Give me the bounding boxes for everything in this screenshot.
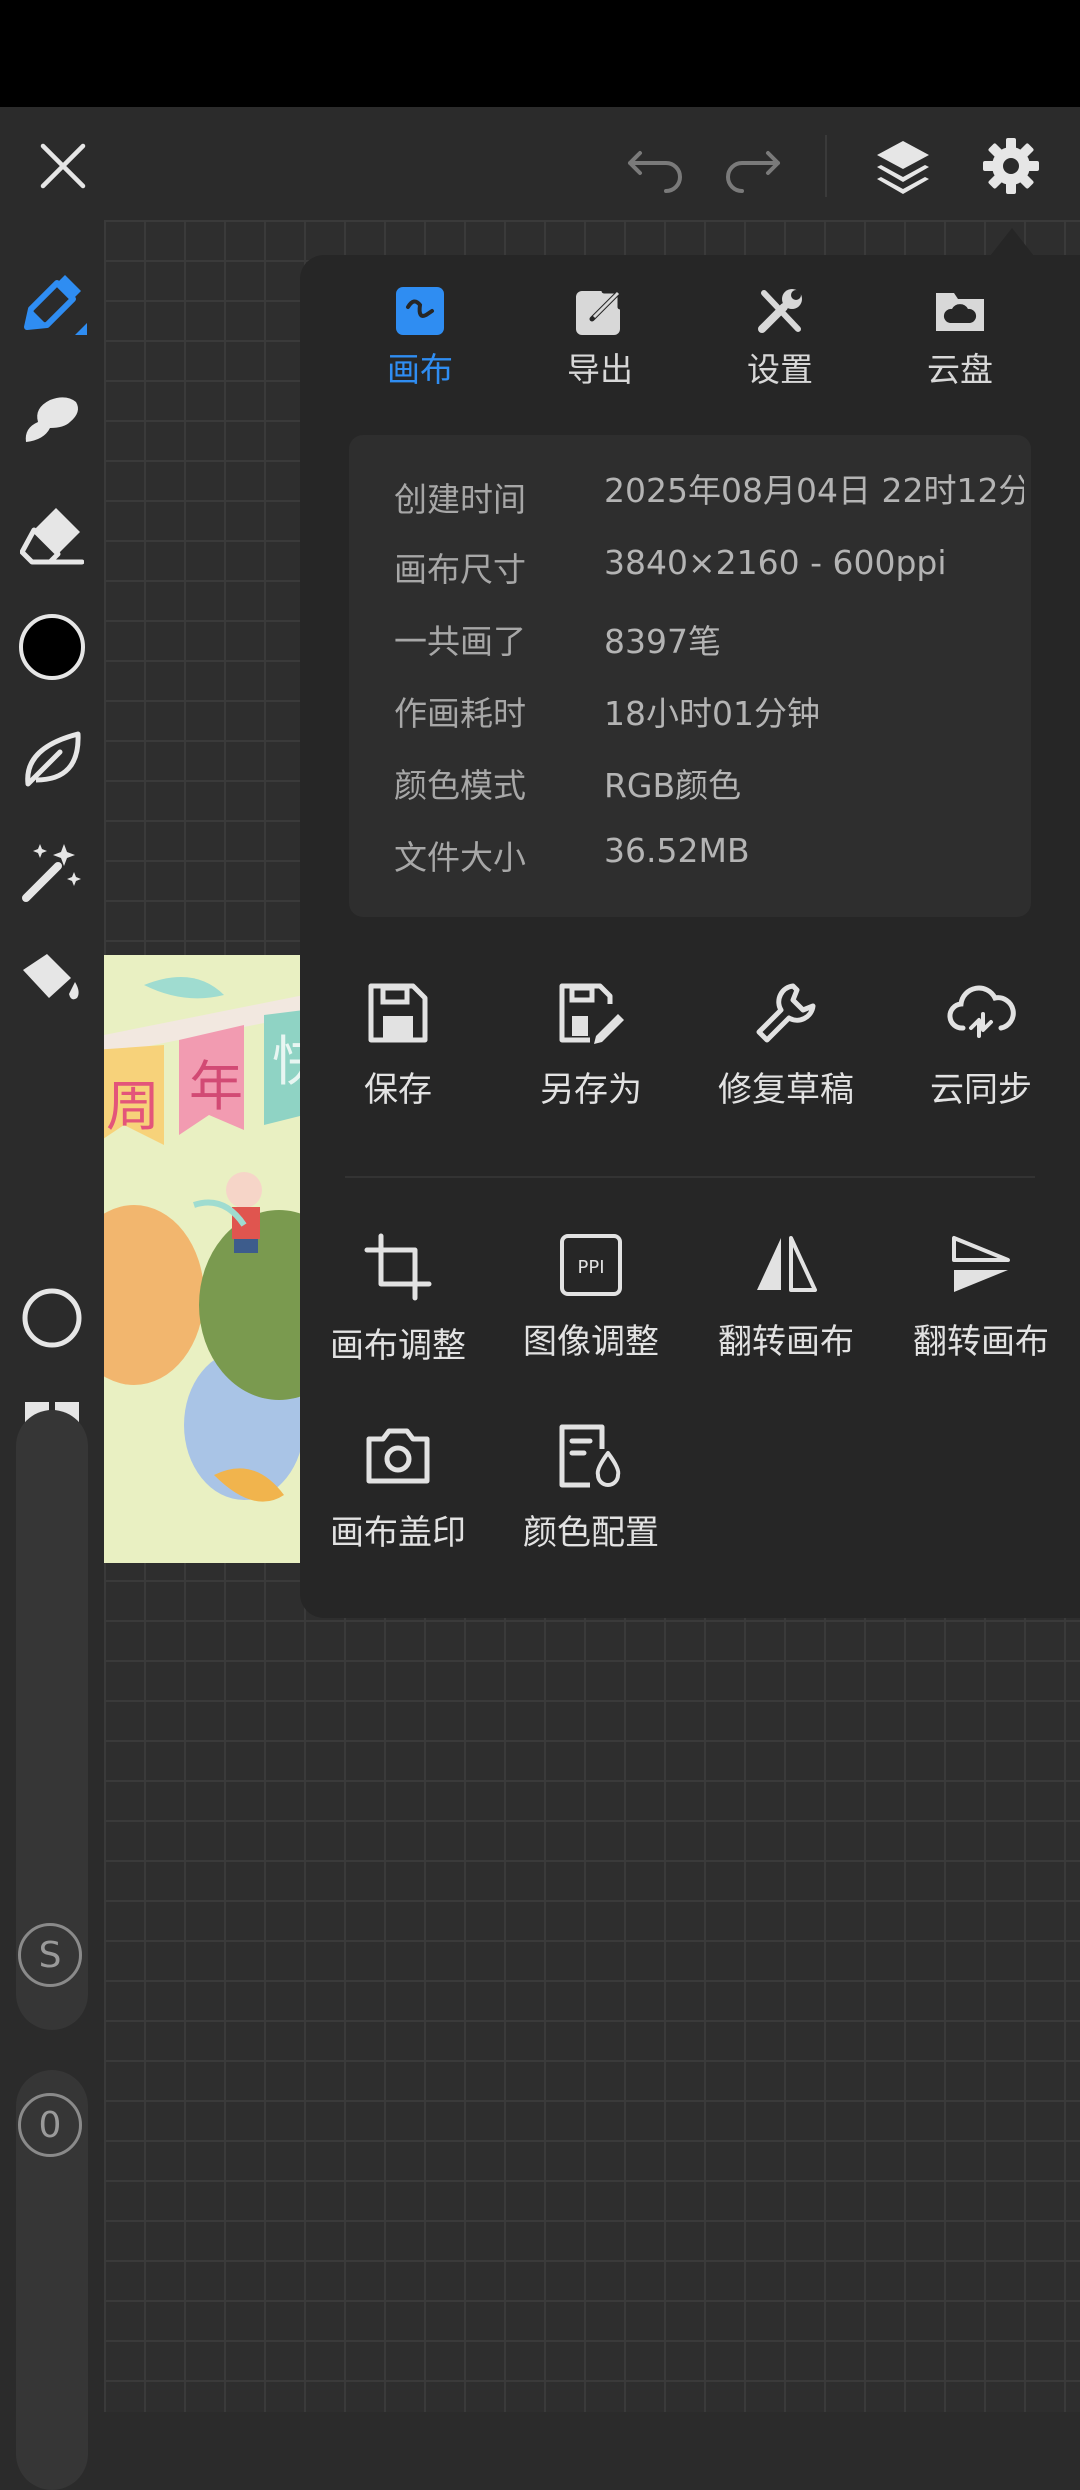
size-slider-handle[interactable]: S xyxy=(18,1923,82,1987)
action-label: 云同步 xyxy=(930,1070,1032,1110)
canvas-adjust-button[interactable]: 画布调整 xyxy=(300,1232,496,1382)
save-icon xyxy=(368,983,428,1043)
eraser-icon xyxy=(20,508,84,565)
ppi-icon: PPI xyxy=(560,1234,622,1296)
layers-icon xyxy=(877,141,929,194)
tab-label: 设置 xyxy=(747,350,813,389)
tool-shape[interactable] xyxy=(8,1274,96,1362)
circle-icon xyxy=(22,1288,82,1348)
cloud-sync-icon xyxy=(947,985,1016,1038)
close-button[interactable] xyxy=(20,123,106,209)
paint-bucket-icon xyxy=(23,954,79,1000)
action-label: 修复草稿 xyxy=(718,1070,854,1110)
redo-icon xyxy=(726,151,780,193)
action-label: 画布盖印 xyxy=(330,1513,466,1553)
artwork-illustration: 周 年 快 xyxy=(104,955,304,1563)
repair-draft-button[interactable]: 修复草稿 xyxy=(688,980,884,1130)
info-key: 作画耗时 xyxy=(394,694,526,733)
action-label: 保存 xyxy=(364,1070,432,1110)
wrench-icon xyxy=(756,983,816,1043)
undo-button[interactable] xyxy=(613,125,699,211)
save-as-icon xyxy=(559,983,624,1044)
action-label: 画布调整 xyxy=(330,1326,466,1366)
tool-smudge[interactable] xyxy=(8,376,96,464)
toolbar-divider xyxy=(825,135,827,197)
panel-divider xyxy=(345,1176,1035,1178)
smudge-icon xyxy=(25,397,78,442)
action-label: 翻转画布 xyxy=(913,1322,1049,1362)
canvas-icon xyxy=(396,287,444,335)
color-config-button[interactable]: 颜色配置 xyxy=(493,1423,689,1573)
panel-pointer xyxy=(990,228,1034,256)
tools-icon xyxy=(758,289,802,333)
ppi-text: PPI xyxy=(577,1257,604,1278)
opacity-label: 0 xyxy=(38,2104,62,2146)
action-label: 颜色配置 xyxy=(523,1513,659,1553)
tool-fill[interactable] xyxy=(8,932,96,1020)
canvas-stamp-button[interactable]: 画布盖印 xyxy=(300,1423,496,1573)
opacity-slider-handle[interactable]: 0 xyxy=(18,2093,82,2157)
banner-char-1: 周 xyxy=(106,1075,160,1138)
action-label: 翻转画布 xyxy=(718,1322,854,1362)
export-icon xyxy=(576,288,623,335)
tool-brush[interactable] xyxy=(8,260,96,348)
info-value: 3840×2160 - 600ppi xyxy=(604,543,947,582)
info-key: 一共画了 xyxy=(394,622,526,661)
tab-export[interactable]: 导出 xyxy=(510,285,690,405)
info-key: 画布尺寸 xyxy=(394,550,526,589)
save-as-button[interactable]: 另存为 xyxy=(493,980,689,1130)
flip-canvas-horizontal-button[interactable]: 翻转画布 xyxy=(688,1232,884,1382)
flip-horizontal-icon xyxy=(757,1236,817,1292)
info-key: 文件大小 xyxy=(394,838,526,877)
tab-cloud[interactable]: 云盘 xyxy=(870,285,1050,405)
undo-icon xyxy=(628,151,682,193)
image-adjust-button[interactable]: PPI 图像调整 xyxy=(493,1232,689,1382)
cloud-sync-button[interactable]: 云同步 xyxy=(883,980,1079,1130)
magic-wand-icon xyxy=(22,844,81,902)
info-value: RGB颜色 xyxy=(604,766,742,805)
canvas-info-card: 创建时间 2025年08月04日 22时12分 画布尺寸 3840×2160 -… xyxy=(349,435,1031,917)
flip-canvas-vertical-button[interactable]: 翻转画布 xyxy=(883,1232,1079,1382)
info-key: 颜色模式 xyxy=(394,766,526,805)
tool-eraser[interactable] xyxy=(8,490,96,578)
status-bar xyxy=(0,0,1080,107)
canvas-settings-panel: 画布 导出 设置 云盘 创建时间 2025年08月04日 22时12分 画布尺寸… xyxy=(300,255,1080,1618)
cloud-folder-icon xyxy=(936,293,984,331)
save-button[interactable]: 保存 xyxy=(300,980,496,1130)
settings-button[interactable] xyxy=(968,123,1054,209)
size-label: S xyxy=(38,1934,62,1976)
tab-label: 画布 xyxy=(387,350,453,389)
tab-label: 云盘 xyxy=(927,350,993,389)
pen-icon xyxy=(24,275,87,335)
crop-icon xyxy=(364,1233,432,1301)
artwork-preview: 周 年 快 xyxy=(104,955,304,1563)
tool-lasso[interactable] xyxy=(8,716,96,804)
redo-button[interactable] xyxy=(709,125,795,211)
top-toolbar xyxy=(0,107,1080,220)
tool-color[interactable] xyxy=(8,603,96,691)
left-toolbar: S 0 xyxy=(0,220,104,2490)
info-value: 18小时01分钟 xyxy=(604,694,820,733)
action-label: 图像调整 xyxy=(523,1322,659,1362)
tab-label: 导出 xyxy=(567,350,633,389)
info-key: 创建时间 xyxy=(394,480,526,519)
tab-canvas[interactable]: 画布 xyxy=(330,285,510,405)
color-swatch xyxy=(19,614,85,680)
close-icon xyxy=(40,143,86,189)
flip-vertical-icon xyxy=(952,1236,1010,1292)
banner-char-2: 年 xyxy=(189,1055,243,1118)
info-value: 36.52MB xyxy=(604,831,750,870)
camera-icon xyxy=(366,1428,430,1484)
gear-icon xyxy=(983,138,1039,194)
info-value: 2025年08月04日 22时12分 xyxy=(604,471,1024,510)
tab-settings[interactable]: 设置 xyxy=(690,285,870,405)
layers-button[interactable] xyxy=(860,123,946,209)
info-value: 8397笔 xyxy=(604,622,721,661)
tool-magic[interactable] xyxy=(8,828,96,916)
leaf-icon xyxy=(25,731,81,787)
color-config-icon xyxy=(559,1424,621,1488)
action-label: 另存为 xyxy=(540,1070,642,1110)
